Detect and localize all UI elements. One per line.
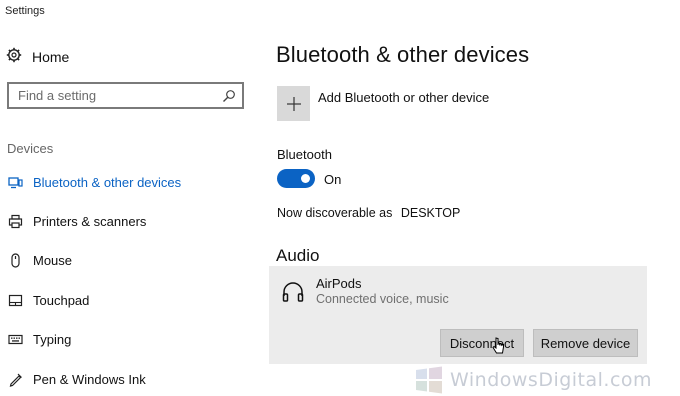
audio-heading: Audio	[276, 246, 320, 265]
disconnect-button[interactable]: Disconnect	[440, 329, 524, 357]
sidebar-item-printers[interactable]: Printers & scanners	[0, 206, 250, 236]
sidebar: Home Devices Bluetooth & other devices P…	[0, 0, 258, 396]
discoverable-status: Now discoverable as DESKTOP	[277, 206, 460, 220]
home-label: Home	[32, 49, 70, 65]
search-icon[interactable]	[218, 85, 240, 107]
device-title: AirPods	[316, 276, 362, 291]
mouse-icon	[0, 252, 30, 268]
mouse-cursor-icon	[492, 337, 504, 354]
sidebar-item-pen[interactable]: Pen & Windows Ink	[0, 364, 250, 394]
sidebar-item-label: Pen & Windows Ink	[33, 371, 146, 387]
discoverable-text: Now discoverable as	[277, 206, 393, 220]
bluetooth-toggle[interactable]	[277, 169, 315, 188]
airpods-device-card[interactable]: AirPods Connected voice, music Disconnec…	[269, 266, 647, 364]
toggle-knob	[301, 174, 310, 183]
section-label-devices: Devices	[7, 141, 54, 156]
device-name: DESKTOP	[400, 206, 461, 220]
sidebar-item-touchpad[interactable]: Touchpad	[0, 285, 250, 315]
remove-device-button[interactable]: Remove device	[533, 329, 638, 357]
bluetooth-devices-icon	[0, 175, 30, 190]
sidebar-item-typing[interactable]: Typing	[0, 324, 250, 354]
toggle-state-label: On	[324, 172, 342, 187]
touchpad-icon	[0, 293, 30, 308]
home-gear-icon	[6, 47, 22, 68]
headphones-icon	[281, 280, 305, 304]
bluetooth-label: Bluetooth	[277, 147, 332, 162]
sidebar-item-label: Touchpad	[33, 292, 90, 308]
add-device-button[interactable]: Add Bluetooth or other device	[277, 86, 489, 121]
add-device-label: Add Bluetooth or other device	[318, 90, 490, 105]
sidebar-item-mouse[interactable]: Mouse	[0, 245, 250, 275]
watermark: WindowsDigital.com	[414, 365, 652, 395]
sidebar-item-label: Printers & scanners	[33, 213, 147, 229]
plus-icon	[277, 86, 310, 121]
page-title: Bluetooth & other devices	[276, 42, 530, 67]
home-link[interactable]: Home	[6, 47, 70, 68]
device-status: Connected voice, music	[316, 292, 449, 306]
search-box[interactable]	[7, 82, 244, 109]
sidebar-item-label: Mouse	[33, 252, 73, 268]
sidebar-item-label: Typing	[33, 331, 72, 347]
sidebar-item-label: Bluetooth & other devices	[33, 174, 182, 190]
printer-icon	[0, 214, 30, 229]
search-input[interactable]	[9, 84, 218, 107]
pen-icon	[0, 372, 30, 387]
windows-logo-icon	[416, 366, 442, 394]
watermark-text: WindowsDigital.com	[450, 369, 653, 391]
main-content: Bluetooth & other devices Add Bluetooth …	[258, 0, 680, 396]
sidebar-item-bluetooth[interactable]: Bluetooth & other devices	[0, 167, 250, 197]
keyboard-icon	[0, 332, 30, 347]
